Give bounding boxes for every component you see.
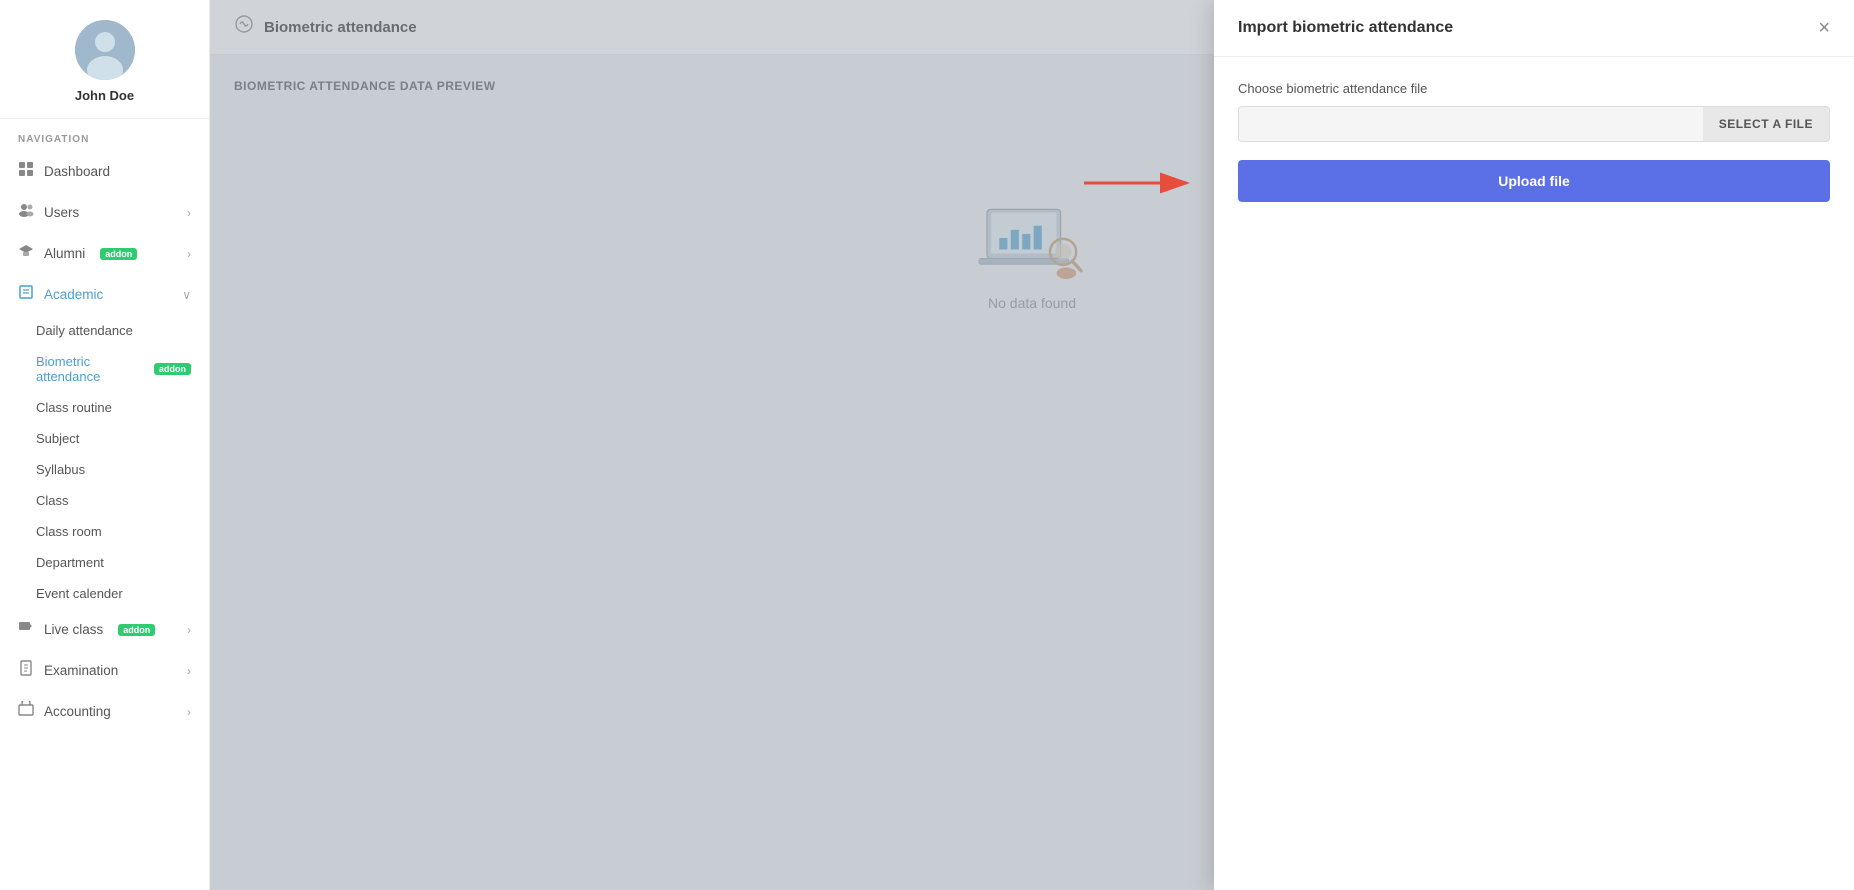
- subnav-event-calender-label: Event calender: [36, 586, 123, 601]
- modal-body: Choose biometric attendance file SELECT …: [1214, 57, 1854, 890]
- user-name: John Doe: [75, 88, 134, 103]
- modal-header: Import biometric attendance ×: [1214, 0, 1854, 57]
- academic-icon: [18, 284, 34, 305]
- modal-title: Import biometric attendance: [1238, 19, 1453, 37]
- live-class-addon-badge: addon: [118, 624, 155, 636]
- sidebar-item-examination-label: Examination: [44, 663, 118, 678]
- sidebar-item-alumni[interactable]: Alumni addon ›: [0, 233, 209, 274]
- live-class-icon: [18, 619, 34, 640]
- accounting-icon: [18, 701, 34, 722]
- subnav-department-label: Department: [36, 555, 104, 570]
- subnav-daily-attendance[interactable]: Daily attendance: [0, 315, 209, 346]
- subnav-class-routine-label: Class routine: [36, 400, 112, 415]
- file-input-display: [1239, 107, 1703, 141]
- sidebar-item-alumni-label: Alumni: [44, 246, 85, 261]
- sidebar-item-dashboard-label: Dashboard: [44, 164, 110, 179]
- nav-label: NAVIGATION: [0, 119, 209, 151]
- subnav-daily-attendance-label: Daily attendance: [36, 323, 133, 338]
- main-content: Biometric attendance BIOMETRIC ATTENDANC…: [210, 0, 1854, 890]
- sidebar-item-academic[interactable]: Academic ∨: [0, 274, 209, 315]
- subnav-class[interactable]: Class: [0, 485, 209, 516]
- examination-icon: [18, 660, 34, 681]
- subnav-department[interactable]: Department: [0, 547, 209, 578]
- sidebar-item-users-label: Users: [44, 205, 79, 220]
- sidebar-item-live-class[interactable]: Live class addon ›: [0, 609, 209, 650]
- users-icon: [18, 202, 34, 223]
- chevron-right-icon-acct: ›: [187, 705, 191, 719]
- sidebar-item-examination[interactable]: Examination ›: [0, 650, 209, 691]
- subnav-biometric-attendance[interactable]: Biometric attendance addon: [0, 346, 209, 392]
- select-file-button[interactable]: SELECT A FILE: [1703, 107, 1829, 141]
- dashboard-icon: [18, 161, 34, 182]
- file-input-row: SELECT A FILE: [1238, 106, 1830, 142]
- chevron-right-icon: ›: [187, 206, 191, 220]
- subnav-syllabus-label: Syllabus: [36, 462, 85, 477]
- sidebar-item-academic-label: Academic: [44, 287, 103, 302]
- subnav-class-routine[interactable]: Class routine: [0, 392, 209, 423]
- biometric-addon-badge: addon: [154, 363, 191, 375]
- avatar: [75, 20, 135, 80]
- chevron-right-icon-alumni: ›: [187, 247, 191, 261]
- subnav-subject-label: Subject: [36, 431, 79, 446]
- alumni-addon-badge: addon: [100, 248, 137, 260]
- user-profile: John Doe: [0, 0, 209, 119]
- chevron-right-icon-exam: ›: [187, 664, 191, 678]
- modal-close-button[interactable]: ×: [1818, 18, 1830, 38]
- chevron-down-icon: ∨: [182, 288, 191, 302]
- modal-panel: Import biometric attendance × Choose bio…: [1214, 0, 1854, 890]
- sidebar-item-live-class-label: Live class: [44, 622, 103, 637]
- subnav-subject[interactable]: Subject: [0, 423, 209, 454]
- chevron-right-icon-live: ›: [187, 623, 191, 637]
- sidebar-item-accounting[interactable]: Accounting ›: [0, 691, 209, 732]
- alumni-icon: [18, 243, 34, 264]
- subnav-class-label: Class: [36, 493, 69, 508]
- subnav-class-room[interactable]: Class room: [0, 516, 209, 547]
- sidebar: John Doe NAVIGATION Dashboard Users › Al…: [0, 0, 210, 890]
- subnav-class-room-label: Class room: [36, 524, 102, 539]
- upload-file-button[interactable]: Upload file: [1238, 160, 1830, 202]
- arrow-indicator: [1079, 165, 1199, 210]
- sidebar-item-users[interactable]: Users ›: [0, 192, 209, 233]
- subnav-biometric-attendance-label: Biometric attendance: [36, 354, 143, 384]
- academic-subnav: Daily attendance Biometric attendance ad…: [0, 315, 209, 609]
- file-input-label: Choose biometric attendance file: [1238, 81, 1830, 96]
- sidebar-item-accounting-label: Accounting: [44, 704, 111, 719]
- subnav-event-calender[interactable]: Event calender: [0, 578, 209, 609]
- subnav-syllabus[interactable]: Syllabus: [0, 454, 209, 485]
- sidebar-item-dashboard[interactable]: Dashboard: [0, 151, 209, 192]
